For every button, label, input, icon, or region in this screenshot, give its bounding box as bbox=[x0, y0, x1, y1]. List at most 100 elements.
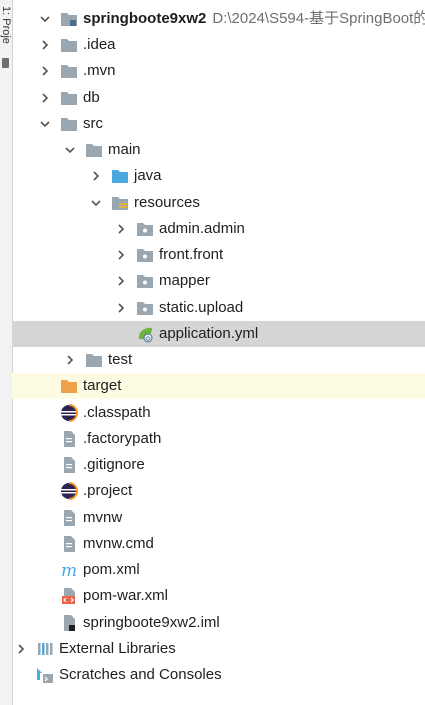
tree-item-mapper[interactable]: mapper bbox=[12, 268, 425, 294]
package-folder-icon bbox=[136, 272, 154, 290]
tree-item-test[interactable]: test bbox=[12, 347, 425, 373]
tree-item-pom-war-xml[interactable]: pom-war.xml bbox=[12, 583, 425, 609]
tree-item-label: target bbox=[83, 377, 122, 394]
package-folder-icon bbox=[136, 299, 154, 317]
chevron-right-icon[interactable] bbox=[63, 353, 77, 367]
tree-item-application-yml[interactable]: application.yml bbox=[12, 321, 425, 347]
chevron-right-icon[interactable] bbox=[38, 91, 52, 105]
text-file-icon bbox=[60, 509, 78, 527]
folder-icon bbox=[85, 351, 103, 369]
tree-item-mvnw[interactable]: mvnw bbox=[12, 505, 425, 531]
no-chevron bbox=[38, 616, 52, 630]
tree-item-label: pom.xml bbox=[83, 561, 140, 578]
package-folder-icon bbox=[136, 246, 154, 264]
tree-item-admin[interactable]: admin.admin bbox=[12, 216, 425, 242]
chevron-right-icon[interactable] bbox=[38, 64, 52, 78]
tree-item-classpath[interactable]: .classpath bbox=[12, 400, 425, 426]
tree-item-label: test bbox=[108, 351, 133, 368]
tree-item-idea[interactable]: .idea bbox=[12, 32, 425, 58]
no-chevron bbox=[38, 511, 52, 525]
folder-icon bbox=[85, 141, 103, 159]
chevron-down-icon[interactable] bbox=[63, 143, 77, 157]
tree-item-scratches[interactable]: Scratches and Consoles bbox=[12, 662, 425, 688]
tree-item-external-libraries[interactable]: External Libraries bbox=[12, 636, 425, 662]
folder-icon bbox=[60, 62, 78, 80]
tree-item-label: resources bbox=[134, 194, 200, 211]
tree-item-static-upload[interactable]: static.upload bbox=[12, 295, 425, 321]
tree-item-label: db bbox=[83, 89, 100, 106]
source-folder-icon bbox=[111, 167, 129, 185]
tool-window-grip-icon bbox=[2, 58, 9, 68]
folder-icon bbox=[60, 89, 78, 107]
tree-item-label: springboote9xw2.iml bbox=[83, 614, 220, 631]
tree-item-resources[interactable]: resources bbox=[12, 190, 425, 216]
folder-icon bbox=[60, 36, 78, 54]
tree-item-factorypath[interactable]: .factorypath bbox=[12, 426, 425, 452]
tree-item-project[interactable]: .project bbox=[12, 478, 425, 504]
tree-item-mvn[interactable]: .mvn bbox=[12, 58, 425, 84]
tree-item-pom-xml[interactable]: m pom.xml bbox=[12, 557, 425, 583]
root-path: D:\2024\S594-基于SpringBoot的 bbox=[212, 10, 425, 27]
tree-item-label: External Libraries bbox=[59, 640, 176, 657]
text-file-icon bbox=[60, 535, 78, 553]
eclipse-icon bbox=[60, 404, 78, 422]
xml-file-icon bbox=[60, 587, 78, 605]
no-chevron bbox=[14, 668, 28, 682]
tree-item-label: .mvn bbox=[83, 62, 116, 79]
tree-item-label: Scratches and Consoles bbox=[59, 666, 222, 683]
tree-item-label: .factorypath bbox=[83, 430, 162, 447]
tree-item-label: mvnw.cmd bbox=[83, 535, 154, 552]
chevron-right-icon[interactable] bbox=[38, 38, 52, 52]
scratches-icon bbox=[36, 666, 54, 684]
chevron-right-icon[interactable] bbox=[114, 301, 128, 315]
root-label: springboote9xw2 bbox=[83, 10, 207, 27]
tree-item-target[interactable]: target bbox=[12, 373, 425, 399]
tree-item-src[interactable]: src bbox=[12, 111, 425, 137]
tree-item-main[interactable]: main bbox=[12, 137, 425, 163]
chevron-right-icon[interactable] bbox=[114, 222, 128, 236]
no-chevron bbox=[38, 458, 52, 472]
package-folder-icon bbox=[136, 220, 154, 238]
folder-icon bbox=[60, 115, 78, 133]
tree-item-iml[interactable]: springboote9xw2.iml bbox=[12, 610, 425, 636]
tree-item-java[interactable]: java bbox=[12, 163, 425, 189]
tree-item-label: src bbox=[83, 115, 103, 132]
project-tool-window-label[interactable]: 1: Proje bbox=[0, 6, 12, 44]
tree-item-label: .classpath bbox=[83, 404, 151, 421]
tree-item-label: .idea bbox=[83, 36, 116, 53]
resources-folder-icon bbox=[111, 194, 129, 212]
tree-item-gitignore[interactable]: .gitignore bbox=[12, 452, 425, 478]
module-file-icon bbox=[60, 614, 78, 632]
chevron-down-icon[interactable] bbox=[89, 196, 103, 210]
chevron-right-icon[interactable] bbox=[114, 274, 128, 288]
tree-item-label: .gitignore bbox=[83, 456, 145, 473]
chevron-right-icon[interactable] bbox=[14, 642, 28, 656]
eclipse-icon bbox=[60, 482, 78, 500]
tree-item-label: admin.admin bbox=[159, 220, 245, 237]
tree-item-label: mvnw bbox=[83, 509, 123, 526]
no-chevron bbox=[38, 563, 52, 577]
chevron-right-icon[interactable] bbox=[114, 248, 128, 262]
chevron-down-icon[interactable] bbox=[38, 117, 52, 131]
module-folder-icon bbox=[60, 10, 78, 28]
text-file-icon bbox=[60, 430, 78, 448]
chevron-down-icon[interactable] bbox=[38, 12, 52, 26]
text-file-icon bbox=[60, 456, 78, 474]
chevron-right-icon[interactable] bbox=[89, 169, 103, 183]
tree-item-label: pom-war.xml bbox=[83, 587, 169, 604]
no-chevron bbox=[38, 484, 52, 498]
tree-item-front[interactable]: front.front bbox=[12, 242, 425, 268]
no-chevron bbox=[38, 432, 52, 446]
no-chevron bbox=[38, 379, 52, 393]
no-chevron bbox=[38, 537, 52, 551]
tree-item-root[interactable]: springboote9xw2 D:\2024\S594-基于SpringBoo… bbox=[12, 6, 425, 32]
no-chevron bbox=[114, 327, 128, 341]
tree-item-label: application.yml bbox=[159, 325, 259, 342]
svg-text:m: m bbox=[61, 561, 77, 579]
tree-item-mvnw-cmd[interactable]: mvnw.cmd bbox=[12, 531, 425, 557]
no-chevron bbox=[38, 406, 52, 420]
tree-item-label: main bbox=[108, 141, 141, 158]
tree-item-label: static.upload bbox=[159, 299, 244, 316]
tree-item-label: .project bbox=[83, 482, 133, 499]
tree-item-db[interactable]: db bbox=[12, 85, 425, 111]
